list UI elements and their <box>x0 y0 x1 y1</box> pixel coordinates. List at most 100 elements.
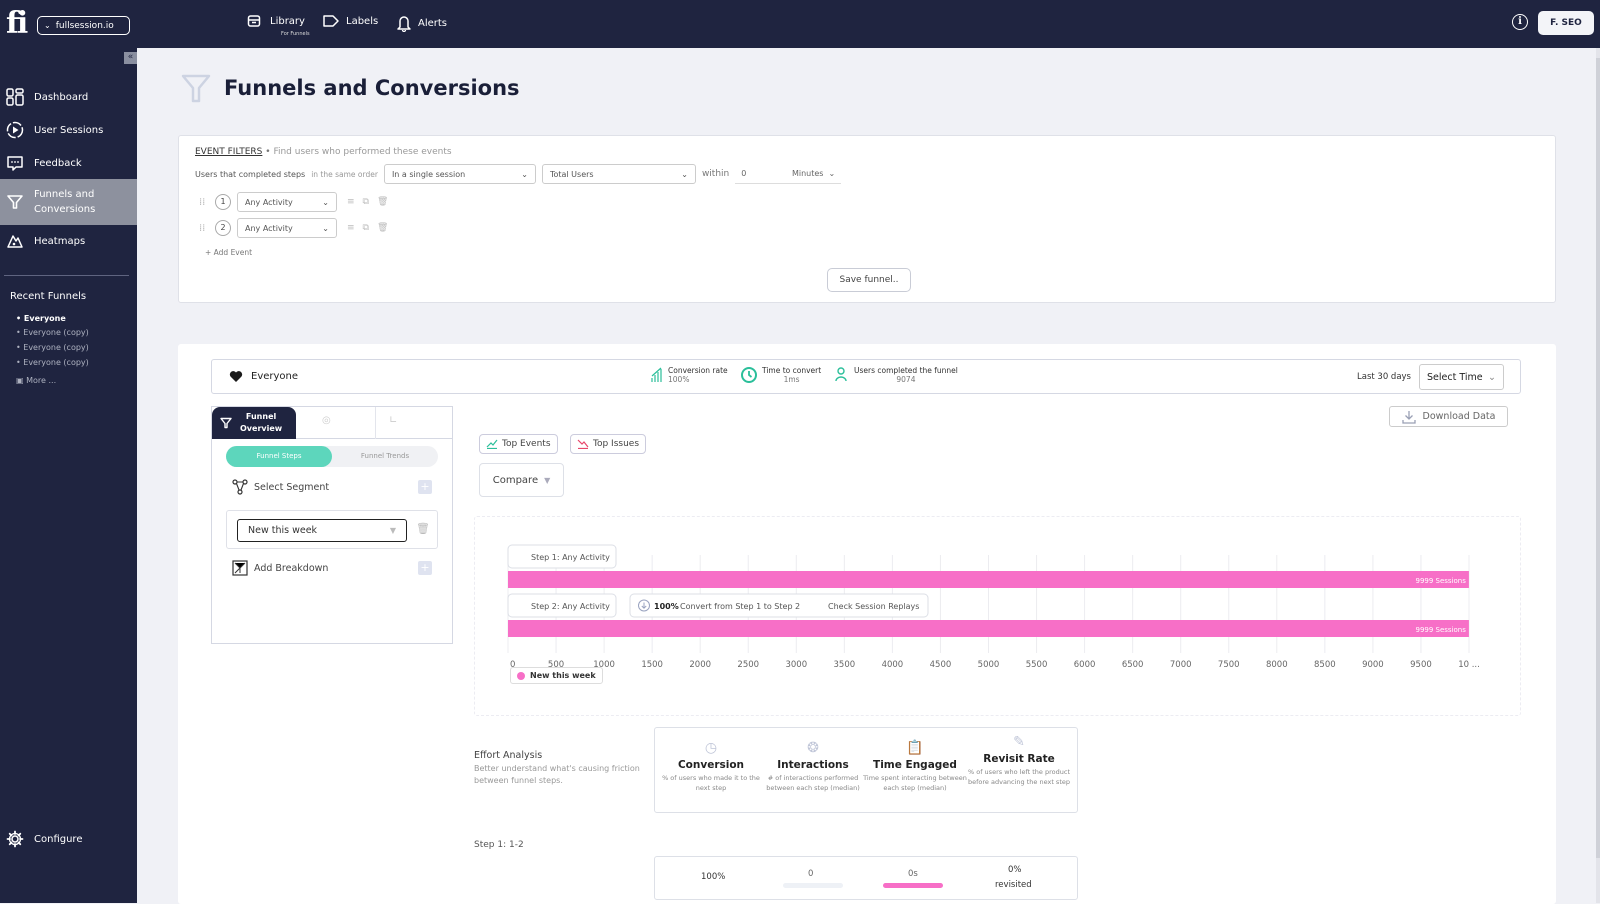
recent-funnel-label: Everyone (copy) <box>23 328 89 337</box>
gauge-icon: ◷ <box>704 740 718 756</box>
nav-library[interactable]: Library For Funnels <box>247 14 310 37</box>
session-select[interactable]: In a single session ⌄ <box>383 164 536 184</box>
duplicate-icon[interactable]: ⧉ <box>363 223 369 233</box>
clock-icon <box>741 367 757 383</box>
filter-conditions-row: Users that completed steps in the same o… <box>195 164 842 184</box>
chart-legend-item[interactable]: New this week <box>510 667 603 684</box>
event-filters-card: EVENT FILTERS • Find users who performed… <box>178 135 1556 303</box>
effort-col-title: Revisit Rate <box>983 753 1055 765</box>
dashboard-icon <box>6 88 24 106</box>
users-completed-metric: Users completed the funnel 9074 <box>834 366 958 384</box>
event-select[interactable]: Any Activity ⌄ <box>237 218 337 238</box>
nav-labels-label: Labels <box>346 15 379 27</box>
x-tick-label: 3000 <box>785 660 807 670</box>
chevron-down-icon: ⌄ <box>44 21 51 30</box>
info-icon[interactable]: i <box>1512 14 1528 30</box>
time-to-convert-label: Time to convert <box>762 366 822 375</box>
sidebar-item-feedback[interactable]: Feedback <box>0 152 137 174</box>
sidebar-item-funnels[interactable]: Funnels and Conversions <box>0 179 137 225</box>
step-conversion-value: 100% <box>701 872 726 882</box>
more-funnels-link[interactable]: ▣ More ... <box>16 376 56 385</box>
trash-icon[interactable]: 🗑 <box>377 197 388 207</box>
select-segment-row[interactable]: Select Segment + <box>232 479 432 495</box>
drag-handle-icon[interactable]: ⁞⁞ <box>199 223 209 233</box>
org-name: fullsession.io <box>55 20 114 31</box>
toggle-funnel-steps[interactable]: Funnel Steps <box>226 446 332 467</box>
top-events-button[interactable]: Top Events <box>479 434 558 454</box>
unit-select[interactable]: Minutes ⌄ <box>792 169 835 178</box>
add-segment-button[interactable]: + <box>418 480 432 494</box>
event-step-row: ⁞⁞ 1 Any Activity ⌄ ≡ ⧉ 🗑 <box>199 192 388 212</box>
user-menu-button[interactable]: F. SEO <box>1538 11 1594 35</box>
recent-funnel-item[interactable]: • Everyone (copy) <box>16 343 89 352</box>
sidebar-item-configure[interactable]: Configure <box>0 828 137 850</box>
order-label: in the same order <box>311 169 378 179</box>
top-issues-button[interactable]: Top Issues <box>570 434 647 454</box>
x-tick-label: 6000 <box>1074 660 1096 670</box>
sidebar: « Dashboard User Sessions Feedback Funne… <box>0 48 137 903</box>
effort-col-title: Interactions <box>777 759 849 771</box>
x-tick-label: 4000 <box>882 660 904 670</box>
recent-funnel-item[interactable]: • Everyone (copy) <box>16 358 89 367</box>
funnel-results-card: Everyone Conversion rate 100% Time to con… <box>178 344 1556 904</box>
event-select[interactable]: Any Activity ⌄ <box>237 192 337 212</box>
funnel-name-label: Everyone <box>251 371 299 382</box>
page-scrollbar[interactable] <box>1596 48 1600 903</box>
org-selector[interactable]: ⌄ fullsession.io <box>37 16 130 35</box>
compare-dropdown[interactable]: Compare ▼ <box>479 463 564 497</box>
funnel-icon <box>6 193 24 211</box>
effort-col-conversion: ◷ Conversion % of users who made it to t… <box>659 740 763 793</box>
trash-icon[interactable]: 🗑 <box>377 223 388 233</box>
recent-funnel-item[interactable]: • Everyone <box>16 314 66 323</box>
collapse-sidebar-icon[interactable]: « <box>124 52 137 64</box>
top-events-label: Top Events <box>502 439 551 449</box>
nav-labels[interactable]: Labels <box>322 14 378 28</box>
event-filters-title[interactable]: EVENT FILTERS <box>195 147 262 157</box>
check-session-replays-link[interactable]: Check Session Replays <box>828 602 919 611</box>
drag-handle-icon[interactable]: ⁞⁞ <box>199 197 209 207</box>
heart-icon <box>229 371 243 382</box>
image-edit-icon: ✎ <box>1013 734 1025 750</box>
effort-step-label: Step 1: 1-2 <box>474 840 524 850</box>
within-input[interactable]: 0 Minutes ⌄ <box>735 164 842 184</box>
caret-down-icon: ▼ <box>389 526 396 535</box>
scrollbar-thumb[interactable] <box>1596 58 1600 858</box>
recent-funnels-title: Recent Funnels <box>10 291 87 302</box>
page-title: Funnels and Conversions <box>224 76 520 100</box>
sidebar-item-user-sessions[interactable]: User Sessions <box>0 119 137 141</box>
filter-settings-icon[interactable]: ≡ <box>347 223 355 233</box>
filter-settings-icon[interactable]: ≡ <box>347 197 355 207</box>
add-breakdown-row[interactable]: Add Breakdown + <box>232 560 432 576</box>
nav-alerts[interactable]: Alerts <box>396 14 447 32</box>
toggle-funnel-trends[interactable]: Funnel Trends <box>332 446 438 467</box>
funnel-icon <box>181 74 211 103</box>
select-time-dropdown[interactable]: Select Time ⌄ <box>1419 364 1504 390</box>
chevron-down-icon: ⌄ <box>828 169 836 178</box>
within-label: within <box>701 169 730 179</box>
download-data-button[interactable]: Download Data <box>1389 406 1508 427</box>
sidebar-item-heatmaps[interactable]: Heatmaps <box>0 230 137 252</box>
add-event-button[interactable]: + Add Event <box>205 248 252 257</box>
segment-select[interactable]: New this week ▼ <box>237 519 407 542</box>
app-logo[interactable]: fi <box>6 6 28 41</box>
tab-funnel-overview[interactable]: Funnel Overview <box>212 407 296 439</box>
duplicate-icon[interactable]: ⧉ <box>363 197 369 207</box>
step-time-value: 0s <box>908 869 918 879</box>
tree-icon[interactable]: ∟ <box>389 415 397 426</box>
effort-col-revisit-rate: ✎ Revisit Rate % of users who left the p… <box>967 734 1071 787</box>
trash-icon[interactable]: 🗑 <box>416 522 430 535</box>
conversion-text: Convert from Step 1 to Step 2 <box>680 602 800 611</box>
effort-col-title: Time Engaged <box>873 759 957 771</box>
users-select[interactable]: Total Users ⌄ <box>541 164 696 184</box>
globe-icon[interactable]: ◎ <box>322 415 331 426</box>
select-time-value: Select Time <box>1427 371 1483 383</box>
effort-analysis-card: ◷ Conversion % of users who made it to t… <box>654 727 1078 813</box>
select-segment-label: Select Segment <box>254 481 330 493</box>
nav-alerts-label: Alerts <box>418 17 448 29</box>
effort-col-desc: % of users who made it to the next step <box>662 774 760 792</box>
recent-funnel-item[interactable]: • Everyone (copy) <box>16 328 89 337</box>
badge-icon: ❂ <box>807 740 819 756</box>
save-funnel-button[interactable]: Save funnel.. <box>827 268 911 292</box>
add-breakdown-button[interactable]: + <box>418 561 432 575</box>
sidebar-item-dashboard[interactable]: Dashboard <box>0 86 137 108</box>
